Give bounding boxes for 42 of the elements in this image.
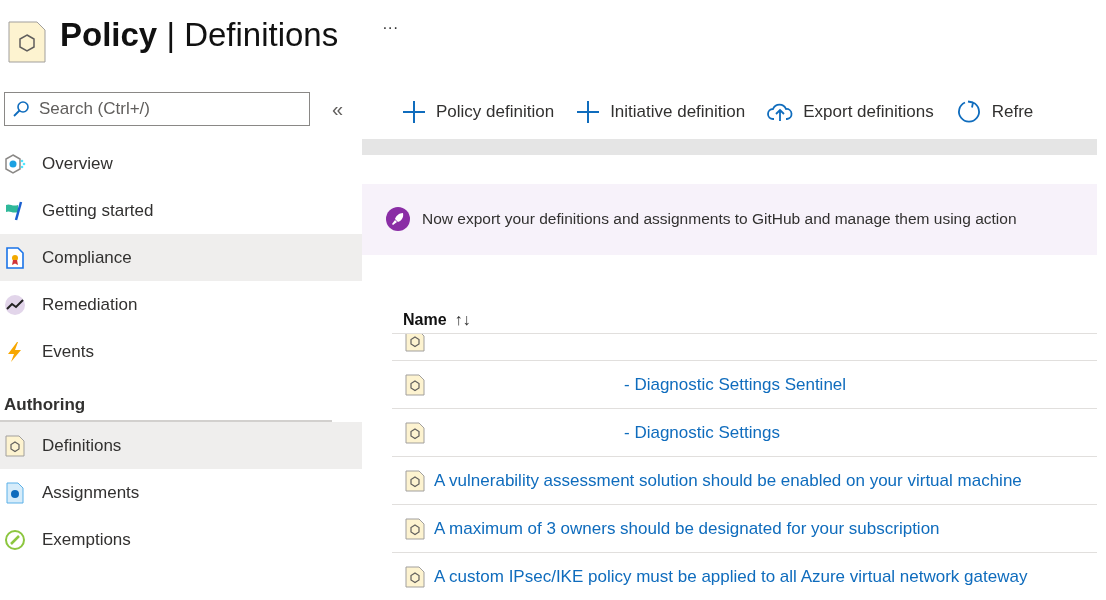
collapse-button[interactable]: « bbox=[332, 97, 344, 121]
nav-item[interactable]: Compliance bbox=[0, 234, 362, 281]
policy-document-icon bbox=[8, 21, 46, 63]
page-title: Policy | Definitions bbox=[60, 16, 339, 54]
nav-item[interactable]: Getting started bbox=[0, 187, 362, 234]
toolbar-button[interactable]: Refre bbox=[955, 98, 1034, 125]
policy-document-icon bbox=[4, 434, 26, 457]
plus-icon bbox=[402, 99, 426, 124]
overview-icon bbox=[4, 152, 26, 175]
policy-document-icon bbox=[404, 334, 426, 352]
nav-item[interactable]: Exemptions bbox=[0, 516, 362, 563]
policy-document-icon bbox=[404, 469, 426, 492]
more-button[interactable]: ··· bbox=[382, 19, 399, 37]
toolbar-button[interactable]: Policy definition bbox=[402, 99, 555, 124]
nav-item[interactable]: Events bbox=[0, 328, 362, 375]
policy-link[interactable]: A maximum of 3 owners should be designated for your subscription bbox=[434, 518, 940, 539]
policy-link[interactable]: A custom IPsec/IKE policy must be applied to all Azure virtual network gateway bbox=[434, 566, 1028, 587]
search-icon bbox=[12, 100, 30, 118]
sort-button[interactable]: ↑↓ bbox=[454, 311, 471, 329]
policy-link[interactable]: - Diagnostic Settings Sentinel bbox=[624, 374, 847, 395]
search-field[interactable]: Search (Ctrl+/) bbox=[4, 92, 310, 126]
refresh-icon bbox=[955, 98, 982, 125]
nav-item[interactable]: Definitions bbox=[0, 422, 362, 469]
policy-document-icon bbox=[404, 565, 426, 588]
column-header[interactable]: Name bbox=[403, 311, 447, 329]
plus-icon bbox=[576, 99, 601, 124]
policy-document-icon bbox=[404, 517, 426, 540]
section-heading: Authoring bbox=[3, 393, 87, 416]
policy-document-icon bbox=[404, 421, 426, 444]
nav-item[interactable]: Assignments bbox=[0, 469, 362, 516]
assignment-icon bbox=[4, 481, 26, 504]
nav-item[interactable]: Remediation bbox=[0, 281, 362, 328]
policy-document-icon bbox=[404, 373, 426, 396]
policy-link[interactable]: - Diagnostic Settings bbox=[624, 422, 780, 443]
cloud-upload-icon bbox=[767, 101, 794, 122]
exemption-icon bbox=[4, 528, 26, 551]
toolbar-button[interactable]: Initiative definition bbox=[576, 99, 746, 124]
toolbar-button[interactable]: Export definitions bbox=[767, 101, 934, 122]
certificate-document-icon bbox=[4, 246, 26, 269]
banner-text: Now export your definitions and assignments to GitHub and manage them using action bbox=[422, 210, 1017, 229]
nav-item[interactable]: Overview bbox=[0, 140, 362, 187]
policy-link[interactable]: A vulnerability assessment solution should be enabled on your virtual machine bbox=[434, 470, 1022, 491]
